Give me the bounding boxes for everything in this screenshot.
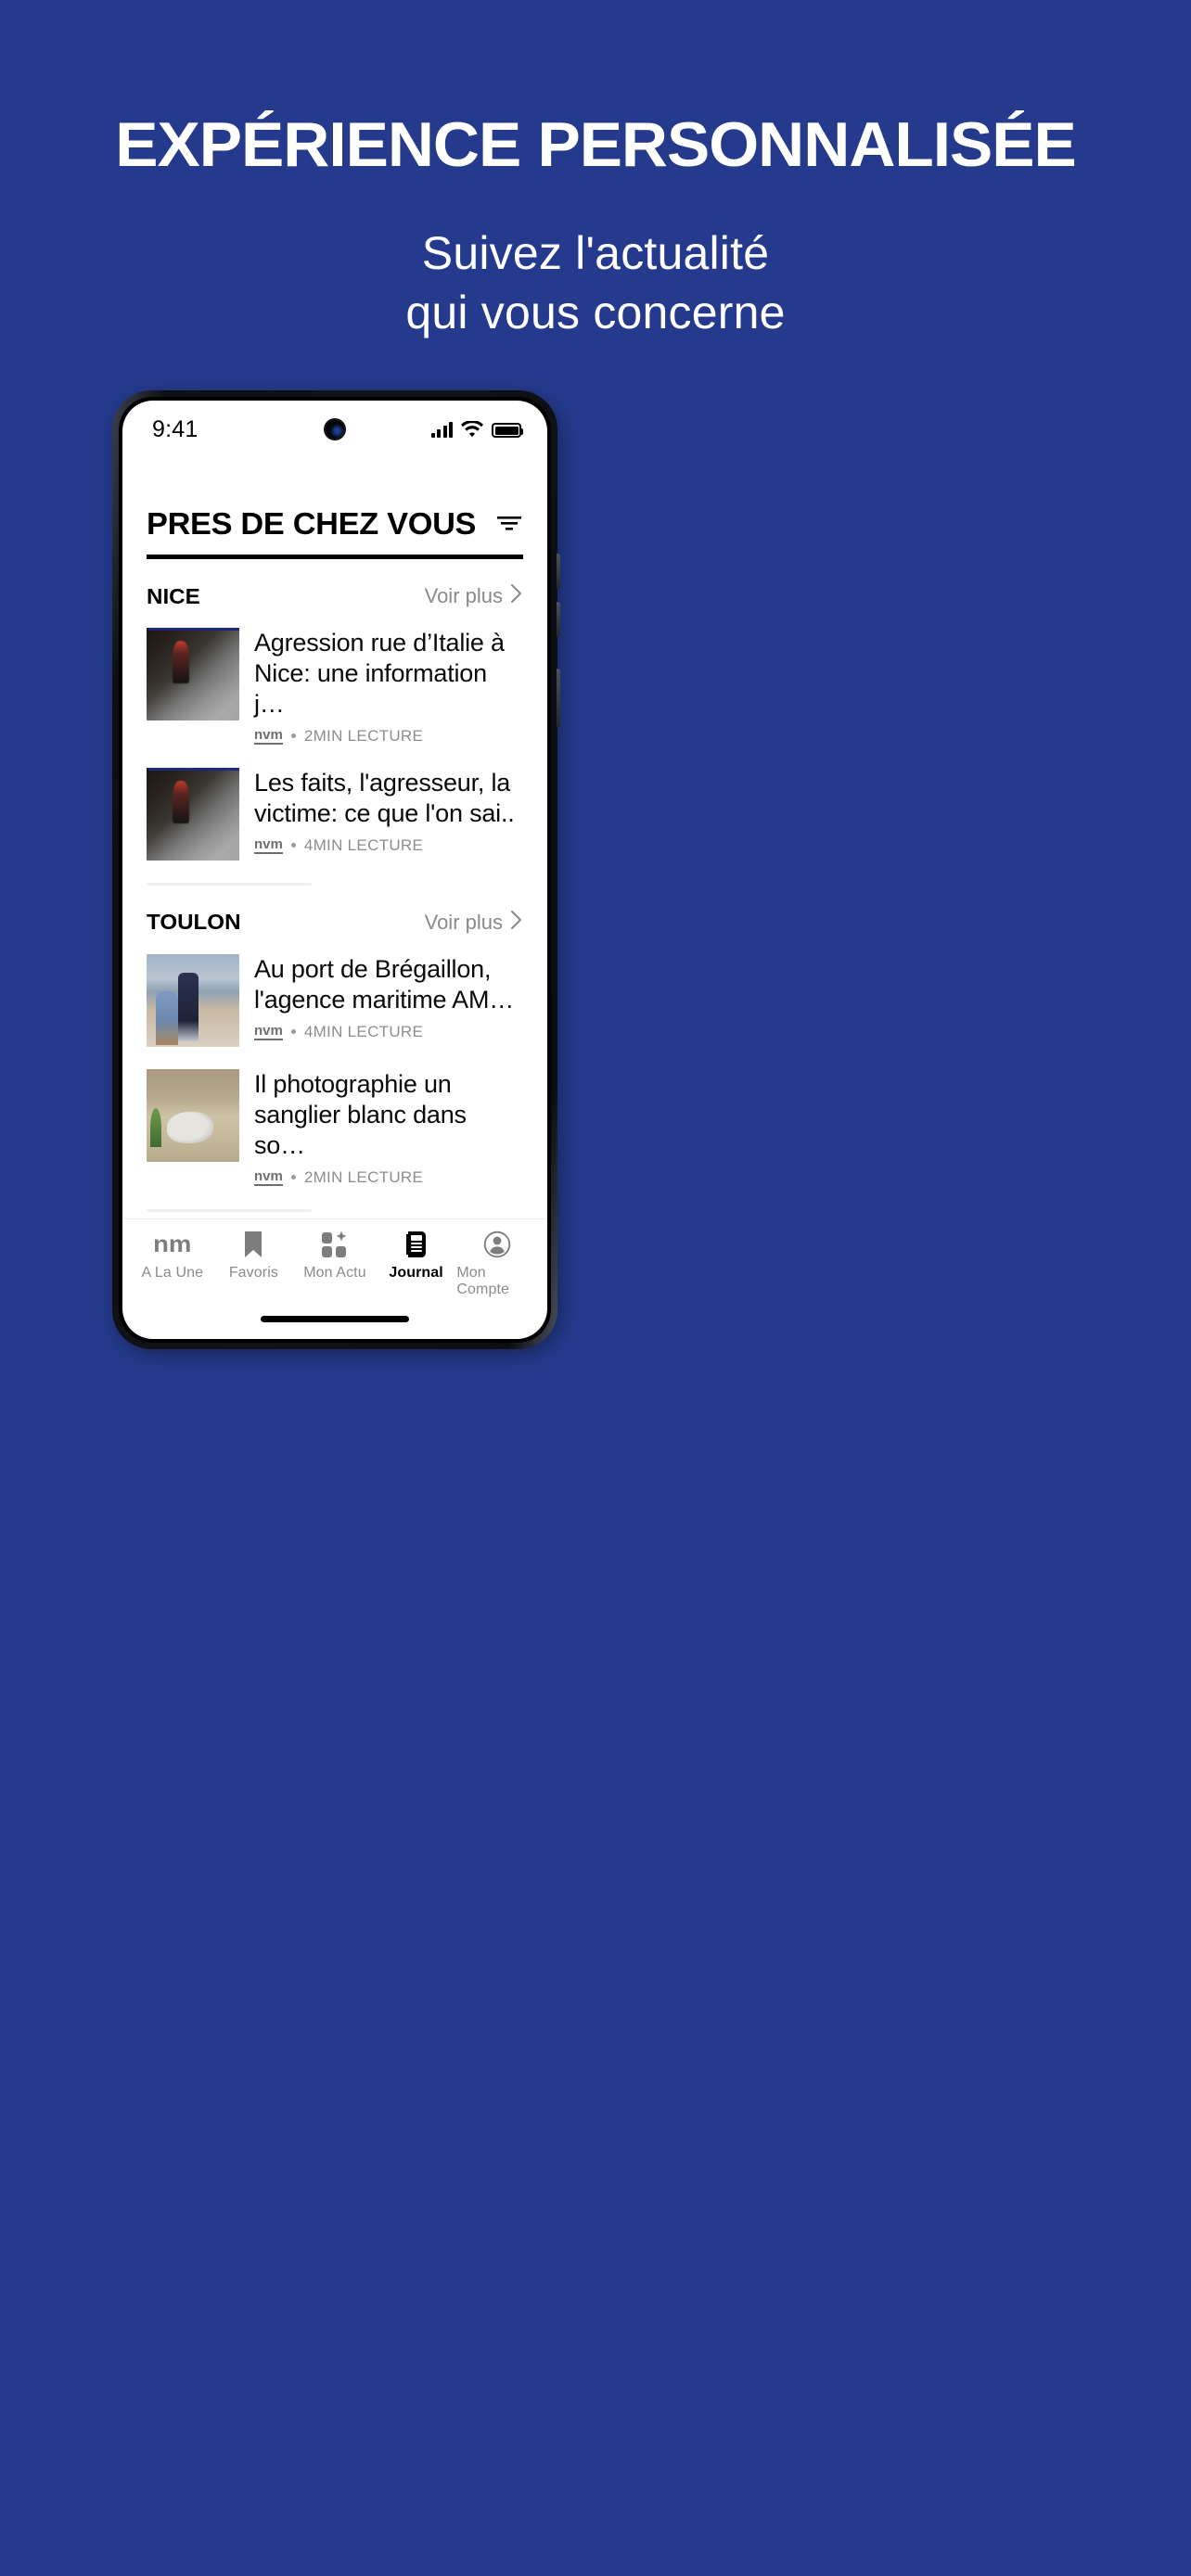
promo-subtitle-line-1: Suivez l'actualité bbox=[421, 227, 770, 279]
section-header-toulon: TOULON Voir plus bbox=[122, 886, 547, 949]
newspaper-icon bbox=[404, 1231, 429, 1258]
cellular-signal-icon bbox=[430, 422, 453, 438]
section-city-name: NICE bbox=[147, 583, 200, 608]
status-time: 9:41 bbox=[152, 415, 198, 442]
sparkle-tiles-icon bbox=[321, 1231, 349, 1258]
phone-bezel: 9:41 PRES DE CHEZ VOUS NICE Voir plus Ag… bbox=[119, 397, 551, 1343]
article-row[interactable]: Il photographie un sanglier blanc dans s… bbox=[122, 1064, 547, 1204]
tab-favoris[interactable]: Favoris bbox=[213, 1231, 295, 1298]
article-source: nvm bbox=[254, 1022, 283, 1040]
article-body: Au port de Brégaillon, l'agence maritime… bbox=[254, 954, 523, 1047]
chevron-right-icon bbox=[510, 583, 523, 609]
promo-subtitle-line-2: qui vous concerne bbox=[405, 286, 786, 338]
article-row[interactable]: Les faits, l'agresseur, la victime: ce q… bbox=[122, 762, 547, 877]
article-read-time: 2MIN LECTURE bbox=[303, 726, 424, 745]
article-meta: nvm 2MIN LECTURE bbox=[254, 1168, 523, 1187]
tab-label: A La Une bbox=[141, 1265, 204, 1281]
tab-label: Mon Actu bbox=[303, 1265, 366, 1281]
article-title: Les faits, l'agresseur, la victime: ce q… bbox=[254, 768, 515, 827]
meta-separator-dot bbox=[290, 733, 296, 739]
article-read-time: 4MIN LECTURE bbox=[303, 1022, 424, 1040]
app-header: PRES DE CHEZ VOUS bbox=[122, 506, 547, 542]
meta-separator-dot bbox=[290, 1029, 296, 1035]
promo-banner: EXPÉRIENCE PERSONNALISÉE Suivez l'actual… bbox=[0, 0, 1191, 342]
phone-screen: 9:41 PRES DE CHEZ VOUS NICE Voir plus Ag… bbox=[122, 401, 547, 1339]
feed-list[interactable]: NICE Voir plus Agression rue d’Italie à … bbox=[122, 559, 547, 1218]
article-thumbnail bbox=[147, 767, 239, 861]
chevron-right-icon bbox=[510, 910, 523, 936]
article-source: nvm bbox=[254, 835, 283, 854]
account-circle-icon bbox=[483, 1231, 511, 1258]
bookmark-icon bbox=[243, 1231, 263, 1258]
tab-a-la-une[interactable]: nm A La Une bbox=[132, 1231, 213, 1298]
filter-icon[interactable] bbox=[495, 513, 523, 538]
article-meta: nvm 4MIN LECTURE bbox=[254, 1023, 523, 1041]
battery-full-icon bbox=[492, 423, 523, 438]
article-read-time: 4MIN LECTURE bbox=[303, 835, 424, 854]
phone-mockup: 9:41 PRES DE CHEZ VOUS NICE Voir plus Ag… bbox=[112, 390, 561, 1355]
header-spacer bbox=[122, 458, 547, 506]
section-header-nice: NICE Voir plus bbox=[122, 559, 547, 622]
article-source: nvm bbox=[254, 1167, 283, 1186]
article-source: nvm bbox=[254, 726, 283, 745]
nm-logo-icon: nm bbox=[153, 1231, 192, 1258]
article-body: Agression rue d’Italie à Nice: une infor… bbox=[254, 628, 523, 746]
article-read-time: 2MIN LECTURE bbox=[303, 1167, 424, 1186]
article-body: Les faits, l'agresseur, la victime: ce q… bbox=[254, 768, 523, 861]
see-more-button-toulon[interactable]: Voir plus bbox=[425, 910, 523, 936]
tab-label: Favoris bbox=[228, 1265, 278, 1281]
front-camera-icon bbox=[325, 419, 345, 440]
home-indicator[interactable] bbox=[122, 1298, 547, 1339]
article-row[interactable]: Agression rue d’Italie à Nice: une infor… bbox=[122, 622, 547, 762]
article-thumbnail bbox=[147, 953, 239, 1047]
volume-up-button[interactable] bbox=[557, 554, 560, 589]
see-more-button-nice[interactable]: Voir plus bbox=[425, 583, 523, 609]
article-meta: nvm 4MIN LECTURE bbox=[254, 836, 523, 855]
power-button[interactable] bbox=[557, 669, 560, 728]
tab-label: Mon Compte bbox=[456, 1265, 509, 1297]
bottom-tab-bar: nm A La Une Favoris Mon Actu Journal Mon… bbox=[122, 1218, 547, 1298]
promo-subtitle: Suivez l'actualité qui vous concerne bbox=[0, 224, 1191, 342]
promo-title: EXPÉRIENCE PERSONNALISÉE bbox=[115, 109, 1076, 180]
article-body: Il photographie un sanglier blanc dans s… bbox=[254, 1069, 523, 1187]
see-more-label: Voir plus bbox=[424, 910, 503, 934]
meta-separator-dot bbox=[290, 1175, 296, 1180]
page-title: PRES DE CHEZ VOUS bbox=[147, 506, 477, 541]
section-divider bbox=[147, 1208, 312, 1212]
meta-separator-dot bbox=[290, 843, 296, 848]
see-more-label: Voir plus bbox=[424, 584, 503, 607]
status-icons bbox=[430, 421, 523, 438]
article-meta: nvm 2MIN LECTURE bbox=[254, 727, 523, 746]
article-thumbnail bbox=[147, 628, 239, 721]
phone-body: 9:41 PRES DE CHEZ VOUS NICE Voir plus Ag… bbox=[112, 390, 560, 1349]
tab-mon-actu[interactable]: Mon Actu bbox=[294, 1231, 376, 1298]
nm-logo-text: nm bbox=[153, 1231, 192, 1257]
article-thumbnail bbox=[147, 1068, 239, 1162]
article-row[interactable]: Au port de Brégaillon, l'agence maritime… bbox=[122, 949, 547, 1064]
article-title: Il photographie un sanglier blanc dans s… bbox=[254, 1069, 467, 1159]
section-city-name: TOULON bbox=[147, 910, 241, 935]
article-title: Agression rue d’Italie à Nice: une infor… bbox=[254, 629, 505, 718]
tab-mon-compte[interactable]: Mon Compte bbox=[456, 1231, 538, 1298]
tab-label: Journal bbox=[389, 1265, 443, 1281]
status-bar: 9:41 bbox=[122, 401, 547, 458]
article-title: Au port de Brégaillon, l'agence maritime… bbox=[254, 954, 515, 1014]
volume-down-button[interactable] bbox=[557, 602, 560, 637]
wifi-icon bbox=[461, 421, 483, 438]
tab-journal[interactable]: Journal bbox=[376, 1231, 457, 1298]
